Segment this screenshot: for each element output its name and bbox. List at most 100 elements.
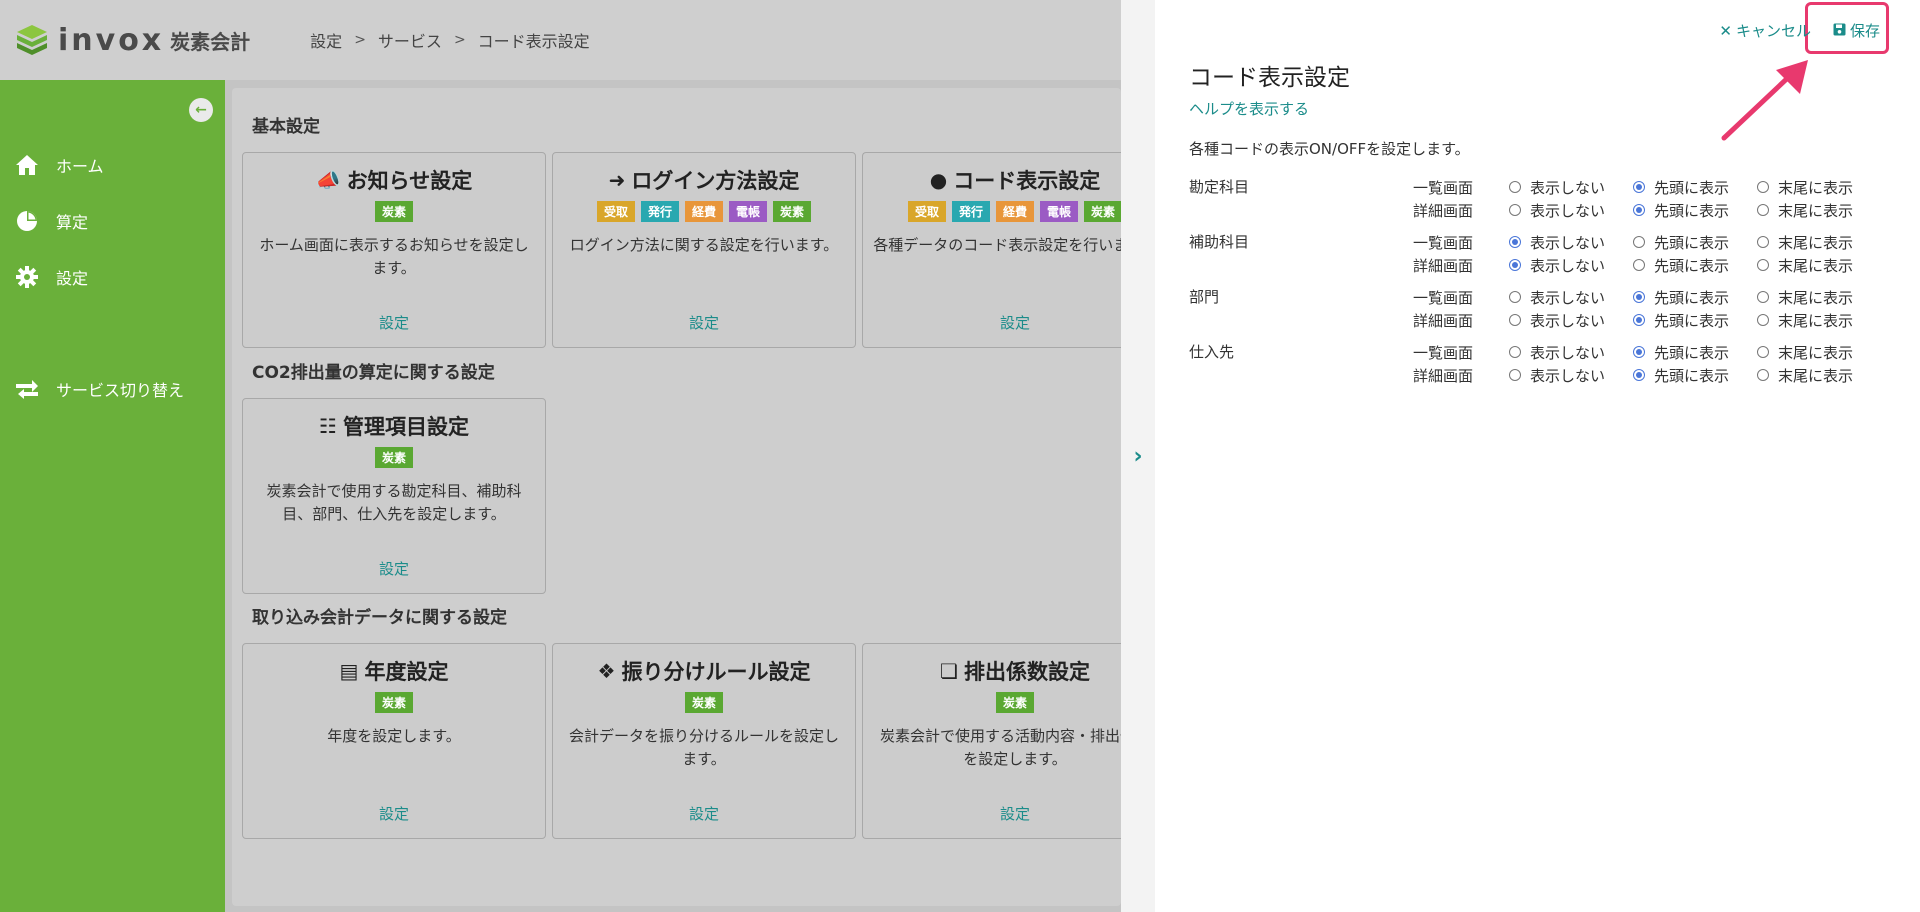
chevron-right-icon: > [354, 32, 366, 48]
card-settings-link[interactable]: 設定 [863, 312, 1121, 333]
radio-suffix[interactable]: 末尾に表示 [1757, 200, 1881, 221]
setting-row-list: 一覧画面 表示しない 先頭に表示 末尾に表示 [1413, 231, 1881, 253]
card-title: 年度設定 [364, 660, 449, 684]
code-display-settings-panel: ✕ キャンセル 保存 コード表示設定 ヘルプを表示する 各種コードの表示ON/O… [1155, 0, 1920, 912]
card-title: 排出係数設定 [963, 660, 1090, 684]
row-label: 一覧画面 [1413, 288, 1474, 307]
tag-ledger: 電帳 [729, 201, 768, 222]
radio-hide[interactable]: 表示しない [1509, 255, 1633, 276]
card-title: 管理項目設定 [342, 415, 469, 439]
logo-text: invox [58, 22, 165, 58]
card-description: 各種データのコード表示設定を行います。 [873, 236, 1121, 254]
setting-row-list: 一覧画面 表示しない 先頭に表示 末尾に表示 [1413, 176, 1881, 198]
radio-hide[interactable]: 表示しない [1509, 177, 1633, 198]
setting-row-detail: 詳細画面 表示しない 先頭に表示 末尾に表示 [1413, 254, 1881, 276]
radio-suffix[interactable]: 末尾に表示 [1757, 342, 1881, 363]
group-label: 補助科目 [1189, 233, 1250, 251]
card-settings-link[interactable]: 設定 [243, 558, 545, 579]
row-label: 詳細画面 [1413, 311, 1474, 330]
save-label: 保存 [1849, 22, 1880, 40]
radio-suffix[interactable]: 末尾に表示 [1757, 365, 1881, 386]
tag-carbon: 炭素 [995, 692, 1034, 713]
tag-ledger: 電帳 [1040, 201, 1079, 222]
sidebar-item-home[interactable]: ホーム [14, 152, 104, 178]
gear-icon [14, 264, 40, 290]
login-icon: ➜ [608, 168, 626, 192]
radio-prefix[interactable]: 先頭に表示 [1633, 342, 1757, 363]
section-title-co2: CO2排出量の算定に関する設定 [252, 363, 495, 383]
radio-prefix[interactable]: 先頭に表示 [1633, 255, 1757, 276]
logo[interactable]: invox 炭素会計 [14, 22, 250, 58]
radio-suffix[interactable]: 末尾に表示 [1757, 255, 1881, 276]
tag-issue: 発行 [640, 201, 679, 222]
card-fiscal-year: ▤ 年度設定 炭素 年度を設定します。 設定 [242, 643, 546, 839]
sidebar-item-label: 設定 [56, 269, 89, 288]
setting-row-detail: 詳細画面 表示しない 先頭に表示 末尾に表示 [1413, 199, 1881, 221]
tag-carbon: 炭素 [684, 692, 723, 713]
row-label: 一覧画面 [1413, 178, 1474, 197]
card-title: お知らせ設定 [346, 169, 473, 193]
breadcrumb-item-service[interactable]: サービス [378, 28, 442, 52]
radio-hide[interactable]: 表示しない [1509, 232, 1633, 253]
card-settings-link[interactable]: 設定 [863, 803, 1121, 824]
sidebar: ← ホーム 算定 設定 サービス切り替え [0, 80, 225, 912]
radio-prefix[interactable]: 先頭に表示 [1633, 200, 1757, 221]
row-label: 一覧画面 [1413, 343, 1474, 362]
rules-icon: ❖ [597, 659, 616, 683]
logo-subtitle: 炭素会計 [170, 29, 251, 54]
card-emission-factor: ❏排出係数設定 炭素 炭素会計で使用する活動内容・排出係数を設定します。 設定 [862, 643, 1121, 839]
setting-row-list: 一覧画面 表示しない 先頭に表示 末尾に表示 [1413, 341, 1881, 363]
panel-title: コード表示設定 [1189, 65, 1350, 91]
radio-suffix[interactable]: 末尾に表示 [1757, 287, 1881, 308]
top-header: invox 炭素会計 設定 > サービス > コード表示設定 [0, 0, 1121, 80]
radio-prefix[interactable]: 先頭に表示 [1633, 365, 1757, 386]
radio-hide[interactable]: 表示しない [1509, 200, 1633, 221]
tag-expense: 経費 [995, 201, 1034, 222]
tag-expense: 経費 [684, 201, 723, 222]
card-title: コード表示設定 [953, 169, 1101, 193]
breadcrumb: 設定 > サービス > コード表示設定 [310, 28, 590, 52]
card-settings-link[interactable]: 設定 [553, 803, 855, 824]
radio-hide[interactable]: 表示しない [1509, 310, 1633, 331]
sidebar-item-settings[interactable]: 設定 [14, 264, 88, 290]
megaphone-icon: 📣 [315, 168, 341, 192]
breadcrumb-item-current: コード表示設定 [477, 32, 590, 51]
row-label: 詳細画面 [1413, 366, 1474, 385]
cancel-button[interactable]: ✕ キャンセル [1719, 20, 1811, 41]
card-login-settings: ➜ ログイン方法設定 受取 発行 経費 電帳 炭素 ログイン方法に関する設定を行い… [552, 152, 856, 348]
card-settings-link[interactable]: 設定 [243, 803, 545, 824]
tag-receive: 受取 [907, 201, 946, 222]
card-notice-settings: 📣 お知らせ設定 炭素 ホーム画面に表示するお知らせを設定します。 設定 [242, 152, 546, 348]
radio-suffix[interactable]: 末尾に表示 [1757, 177, 1881, 198]
breadcrumb-item-settings[interactable]: 設定 [310, 28, 342, 52]
sitemap-icon: ☷ [319, 414, 337, 438]
radio-prefix[interactable]: 先頭に表示 [1633, 232, 1757, 253]
settings-container: 基本設定 📣 お知らせ設定 炭素 ホーム画面に表示するお知らせを設定します。 設定… [232, 88, 1121, 906]
radio-prefix[interactable]: 先頭に表示 [1633, 287, 1757, 308]
chevron-right-icon: › [1133, 443, 1143, 469]
row-label: 詳細画面 [1413, 201, 1474, 220]
radio-hide[interactable]: 表示しない [1509, 287, 1633, 308]
card-settings-link[interactable]: 設定 [243, 312, 545, 333]
sidebar-item-calculation[interactable]: 算定 [14, 208, 88, 234]
chevron-right-icon: > [453, 32, 466, 48]
radio-hide[interactable]: 表示しない [1509, 342, 1633, 363]
save-button[interactable]: 保存 [1829, 18, 1884, 43]
help-link[interactable]: ヘルプを表示する [1189, 98, 1309, 119]
card-title: 振り分けルール設定 [621, 660, 811, 684]
card-code-display-settings: ● コード表示設定 受取 発行 経費 電帳 炭素 各種データのコード表示設定を行い… [862, 152, 1121, 348]
radio-hide[interactable]: 表示しない [1509, 365, 1633, 386]
radio-prefix[interactable]: 先頭に表示 [1633, 177, 1757, 198]
radio-suffix[interactable]: 末尾に表示 [1757, 310, 1881, 331]
sidebar-item-switch-service[interactable]: サービス切り替え [14, 376, 184, 402]
close-icon: ✕ [1719, 21, 1732, 40]
section-title-basic: 基本設定 [252, 117, 320, 137]
collapse-sidebar-icon[interactable]: ← [189, 98, 213, 122]
home-icon [14, 152, 40, 178]
group-label: 仕入先 [1189, 343, 1235, 361]
card-description: 年度を設定します。 [327, 727, 461, 745]
radio-suffix[interactable]: 末尾に表示 [1757, 232, 1881, 253]
card-settings-link[interactable]: 設定 [553, 312, 855, 333]
panel-toggle[interactable]: › [1121, 0, 1155, 912]
radio-prefix[interactable]: 先頭に表示 [1633, 310, 1757, 331]
